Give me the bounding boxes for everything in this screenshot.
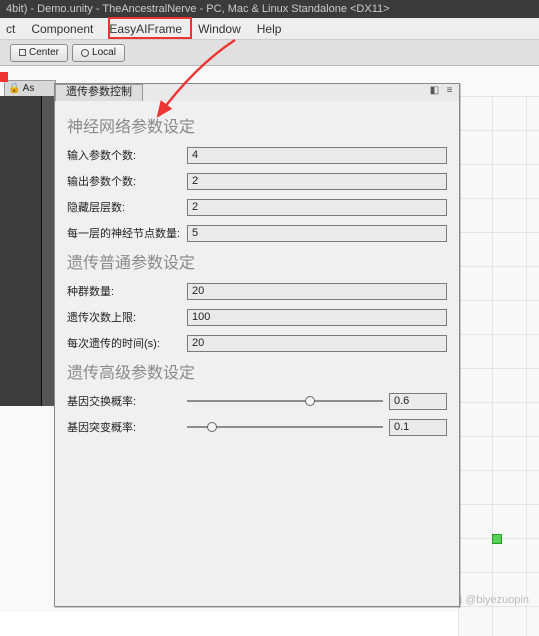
label-mutation-prob: 基因突变概率: [67,419,187,435]
label-nodes-per-layer: 每一层的神经节点数量: [67,225,187,241]
field-crossover-prob[interactable]: 0.6 [389,393,447,410]
slider-mutation-prob[interactable] [187,420,383,434]
field-input-params[interactable]: 4 [187,147,447,164]
row-nodes-per-layer: 每一层的神经节点数量: 5 [67,223,447,243]
menu-bar: ct Component EasyAIFrame Window Help [0,18,539,40]
label-gen-time: 每次遗传的时间(s): [67,335,187,351]
section-title-nn: 神经网络参数设定 [67,113,447,137]
center-button[interactable]: Center [10,44,68,62]
menu-item-easyaiframe[interactable]: EasyAIFrame [109,22,182,36]
center-label: Center [29,47,59,58]
field-nodes-per-layer[interactable]: 5 [187,225,447,242]
window-title: 4bit) - Demo.unity - TheAncestralNerve -… [6,3,390,15]
menu-item-edit-trunc[interactable]: ct [6,22,15,36]
label-crossover-prob: 基因交换概率: [67,393,187,409]
annotation-marker [0,72,8,82]
row-generation-limit: 遗传次数上限: 100 [67,307,447,327]
center-icon [19,49,26,56]
field-output-params[interactable]: 2 [187,173,447,190]
row-hidden-layers: 隐藏层层数: 2 [67,197,447,217]
work-area: 🔒 As 遗传参数控制 ◧ ≡ 神经网络参数设定 输入参数个数: 4 输出参数个… [0,66,539,612]
label-output-params: 输出参数个数: [67,173,187,189]
row-population: 种群数量: 20 [67,281,447,301]
panel-dock-icon[interactable]: ◧ [429,86,440,97]
gizmo-handle[interactable] [492,534,502,544]
row-mutation-prob: 基因突变概率: 0.1 [67,417,447,437]
scene-grid[interactable] [458,96,539,636]
local-label: Local [92,47,116,58]
row-gen-time: 每次遗传的时间(s): 20 [67,333,447,353]
field-gen-time[interactable]: 20 [187,335,447,352]
scene-viewport[interactable] [0,96,42,406]
field-generation-limit[interactable]: 100 [187,309,447,326]
section-title-adv: 遗传高级参数设定 [67,359,447,383]
panel-tab-row: 遗传参数控制 ◧ ≡ [55,84,459,101]
toolbar: Center Local [0,40,539,66]
row-output-params: 输出参数个数: 2 [67,171,447,191]
slider-crossover-prob[interactable] [187,394,383,408]
menu-item-component[interactable]: Component [31,22,93,36]
label-hidden-layers: 隐藏层层数: [67,199,187,215]
window-title-bar: 4bit) - Demo.unity - TheAncestralNerve -… [0,0,539,18]
label-generation-limit: 遗传次数上限: [67,309,187,325]
section-title-ga: 遗传普通参数设定 [67,249,447,273]
panel-body: 神经网络参数设定 输入参数个数: 4 输出参数个数: 2 隐藏层层数: 2 每一… [55,101,459,449]
local-icon [81,49,89,57]
label-population: 种群数量: [67,283,187,299]
menu-item-window[interactable]: Window [198,22,241,36]
row-input-params: 输入参数个数: 4 [67,145,447,165]
asset-tab[interactable]: 🔒 As [4,80,56,96]
field-mutation-prob[interactable]: 0.1 [389,419,447,436]
field-population[interactable]: 20 [187,283,447,300]
label-input-params: 输入参数个数: [67,147,187,163]
inspector-panel: 遗传参数控制 ◧ ≡ 神经网络参数设定 输入参数个数: 4 输出参数个数: 2 … [54,83,460,607]
panel-menu-icon[interactable]: ≡ [444,86,455,97]
field-hidden-layers[interactable]: 2 [187,199,447,216]
local-button[interactable]: Local [72,44,125,62]
panel-tab-label: 遗传参数控制 [66,86,132,98]
menu-item-help[interactable]: Help [257,22,282,36]
row-crossover-prob: 基因交换概率: 0.6 [67,391,447,411]
panel-tab[interactable]: 遗传参数控制 [55,84,143,101]
